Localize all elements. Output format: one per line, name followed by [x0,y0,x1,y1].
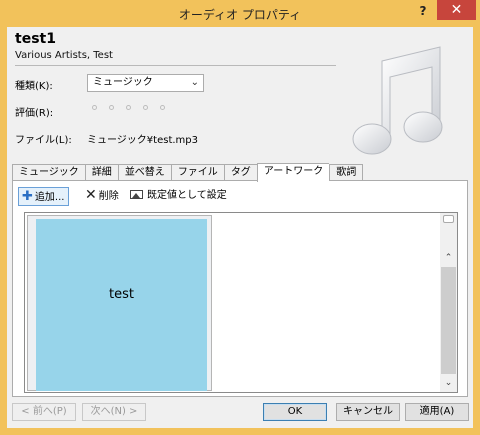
artwork-caption: test [109,287,134,302]
x-icon: ✕ [85,187,97,203]
dialog-body: test1 Various Artists, Test 種類(K): ミュージッ… [7,27,473,428]
scroll-up-icon[interactable]: ⌃ [440,250,457,267]
tab-file[interactable]: ファイル [170,164,224,181]
rating-stars[interactable] [92,105,165,110]
rating-star-5[interactable] [160,105,165,110]
type-label: 種類(K): [15,81,53,92]
tab-sorting[interactable]: 並べ替え [117,164,171,181]
file-label: ファイル(L): [15,135,72,146]
plus-icon: ✚ [22,189,33,204]
tab-details[interactable]: 詳細 [84,164,118,181]
add-artwork-label: 追加... [34,192,65,203]
image-icon [130,190,143,199]
set-default-button[interactable]: 既定値として設定 [127,187,230,206]
rating-star-1[interactable] [92,105,97,110]
next-button[interactable]: 次へ(N) > [82,403,146,421]
artwork-item[interactable]: test [27,215,212,391]
delete-artwork-label: 削除 [98,191,119,202]
tab-music[interactable]: ミュージック [12,164,85,181]
artwork-thumbnail[interactable]: test [36,219,207,391]
artwork-panel: ✚ 追加... ✕ 削除 既定値として設定 test ⌃ ⌄ [12,180,468,397]
track-title: test1 [15,31,56,47]
scroll-handle-top[interactable] [443,215,454,223]
title-bar[interactable]: オーディオ プロパティ ? ✕ [0,0,480,27]
set-default-label: 既定値として設定 [147,190,227,201]
cancel-button[interactable]: キャンセル [336,403,400,421]
file-path: ミュージック¥test.mp3 [87,135,198,146]
help-button[interactable]: ? [410,2,436,21]
window-title: オーディオ プロパティ [178,8,302,22]
rating-label: 評価(R): [15,108,54,119]
type-select[interactable]: ミュージック ⌄ [87,74,204,92]
ok-button[interactable]: OK [263,403,327,421]
delete-artwork-button[interactable]: ✕ 削除 [82,187,122,206]
header-divider [15,65,336,66]
add-artwork-button[interactable]: ✚ 追加... [18,187,70,206]
music-note-icon [352,46,443,155]
tab-lyrics[interactable]: 歌詞 [329,164,364,181]
rating-star-3[interactable] [126,105,131,110]
close-button[interactable]: ✕ [437,0,476,20]
artwork-list[interactable]: test ⌃ ⌄ [24,212,458,393]
tab-strip: ミュージック 詳細 並べ替え ファイル タグ アートワーク 歌詞 [12,163,364,182]
rating-star-2[interactable] [109,105,114,110]
type-select-value: ミュージック [93,77,153,88]
tab-artwork[interactable]: アートワーク [256,163,330,182]
rating-star-4[interactable] [143,105,148,110]
chevron-down-icon: ⌄ [190,77,199,88]
vertical-scrollbar[interactable]: ⌃ ⌄ [440,213,457,392]
properties-window: オーディオ プロパティ ? ✕ test1 Various Artists, T… [0,0,480,435]
previous-button[interactable]: < 前へ(P) [12,403,76,421]
track-artist: Various Artists, Test [15,50,113,61]
scroll-thumb[interactable] [441,267,456,374]
apply-button[interactable]: 適用(A) [405,403,469,421]
scroll-down-icon[interactable]: ⌄ [440,375,457,392]
tab-tags[interactable]: タグ [223,164,257,181]
